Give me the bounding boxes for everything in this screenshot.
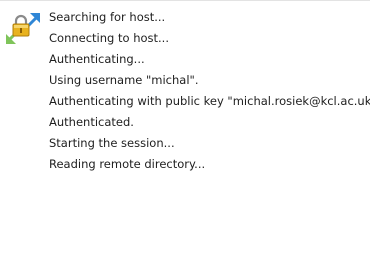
progress-log: Searching for host... Connecting to host… [49, 7, 370, 175]
log-line-authenticated: Authenticated. [49, 115, 134, 129]
log-line-reading-directory: Reading remote directory... [49, 157, 206, 171]
log-line-username: Using username "michal". [49, 73, 199, 87]
log-line-searching: Searching for host... [49, 10, 166, 24]
connection-lock-icon [2, 8, 44, 50]
log-line-starting-session: Starting the session... [49, 136, 175, 150]
log-line-authenticating: Authenticating... [49, 52, 145, 66]
window-top-border [0, 0, 370, 1]
log-line-public-key: Authenticating with public key "michal.r… [49, 94, 370, 108]
padlock-icon [12, 14, 30, 37]
log-line-connecting: Connecting to host... [49, 31, 169, 45]
